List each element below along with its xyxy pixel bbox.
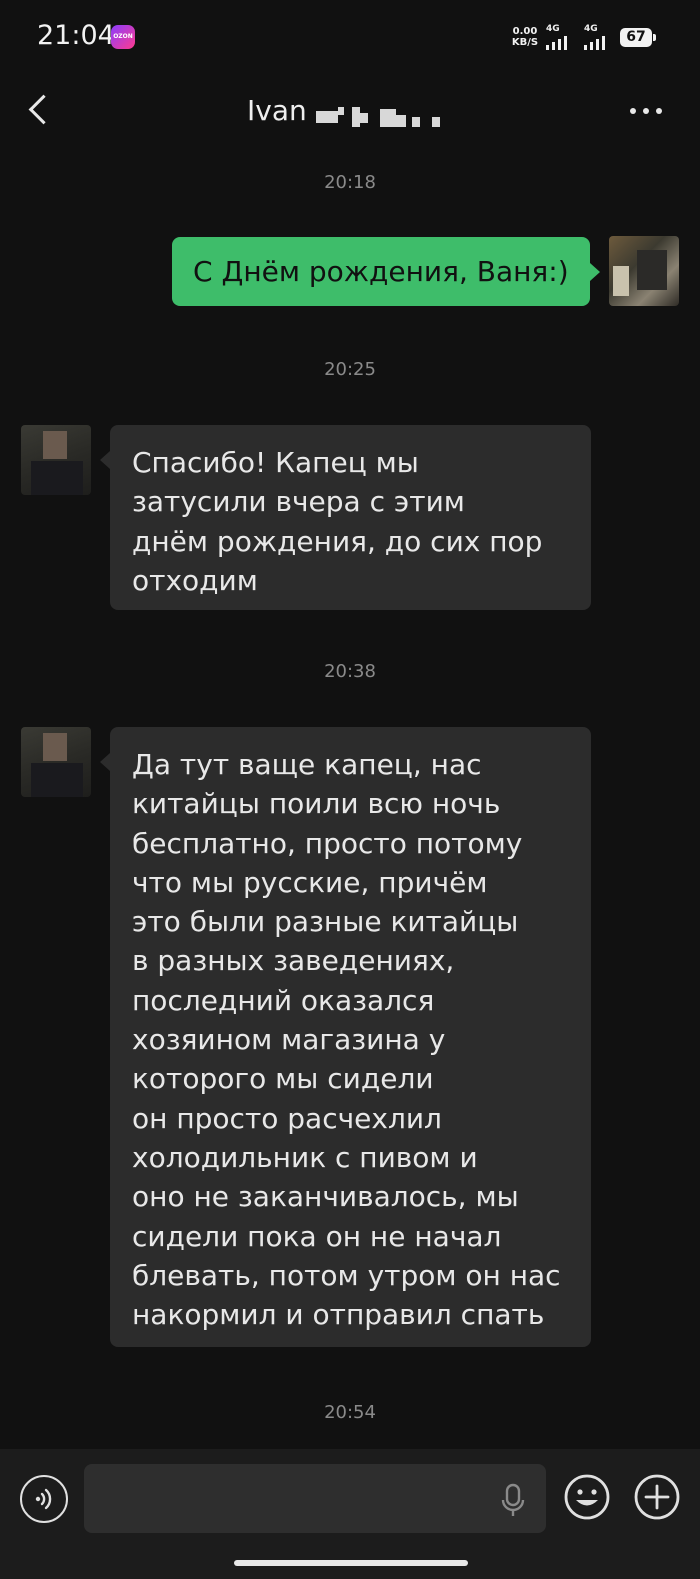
message-line: Да тут ваще капец, нас [132, 748, 482, 781]
home-indicator[interactable] [234, 1560, 468, 1566]
message-line: затусили вчера с этим [132, 485, 465, 519]
message-line: хозяином магазина у [132, 1023, 446, 1057]
message-line: он просто расчехлил [132, 1101, 442, 1135]
message-line: Спасибо! Капец мы [132, 446, 419, 479]
message-line: накормил и отправил спать [132, 1298, 545, 1332]
add-attachment-icon[interactable] [633, 1473, 681, 1521]
message-line: последний оказался [132, 983, 435, 1017]
message-line: оно не заканчивалось, мы [132, 1180, 519, 1214]
message-timestamp: 20:38 [324, 661, 376, 682]
message-input[interactable] [84, 1464, 546, 1533]
message-timestamp: 20:18 [324, 172, 376, 193]
message-line: которого мы сидели [132, 1062, 434, 1096]
contact-avatar[interactable] [21, 425, 91, 495]
voice-input-button[interactable] [20, 1475, 68, 1523]
chat-header: Ivan [0, 76, 700, 148]
message-line: что мы русские, причём [132, 865, 488, 899]
message-line: в разных заведениях, [132, 944, 455, 978]
message-line: отходим [132, 563, 258, 597]
message-timestamp: 20:25 [324, 359, 376, 380]
signal-label: 4G [584, 24, 598, 34]
self-avatar[interactable] [609, 236, 679, 306]
message-line: холодильник с пивом и [132, 1140, 478, 1174]
contact-avatar[interactable] [21, 727, 91, 797]
network-speed-value: 0.00 [512, 26, 538, 37]
signal-icon: 4G [584, 24, 610, 50]
battery-icon: 67 [620, 28, 656, 47]
incoming-message[interactable]: Спасибо! Капец мы затусили вчера с этим … [100, 425, 591, 610]
contact-name[interactable]: Ivan [247, 94, 307, 127]
incoming-message[interactable]: Да тут ваще капец, нас китайцы поили всю… [100, 727, 591, 1347]
redacted-surname [316, 103, 442, 127]
message-line: блевать, потом утром он нас [132, 1258, 561, 1292]
emoji-button-icon[interactable] [563, 1473, 611, 1521]
network-speed-unit: KB/S [511, 37, 539, 48]
status-bar: 21:04 OZON 0.00 KB/S 4G 4G 67 [0, 0, 700, 76]
ozon-app-icon: OZON [111, 25, 135, 49]
status-time: 21:04 [37, 20, 115, 51]
more-options-icon[interactable] [626, 98, 666, 122]
message-line: китайцы поили всю ночь [132, 787, 501, 821]
message-line: днём рождения, до сих пор [132, 524, 543, 558]
network-speed: 0.00 KB/S [510, 26, 540, 48]
microphone-icon[interactable] [500, 1483, 526, 1519]
outgoing-message[interactable]: С Днём рождения, Ваня:) [172, 237, 600, 306]
signal-label: 4G [546, 24, 560, 34]
voice-icon [35, 1488, 52, 1510]
message-line: сидели пока он не начал [132, 1219, 502, 1253]
back-arrow-icon[interactable] [24, 90, 54, 132]
message-line: это были разные китайцы [132, 905, 519, 939]
message-timestamp: 20:54 [324, 1402, 376, 1423]
signal-icon: 4G [546, 24, 572, 50]
message-line: бесплатно, просто потому [132, 826, 523, 860]
